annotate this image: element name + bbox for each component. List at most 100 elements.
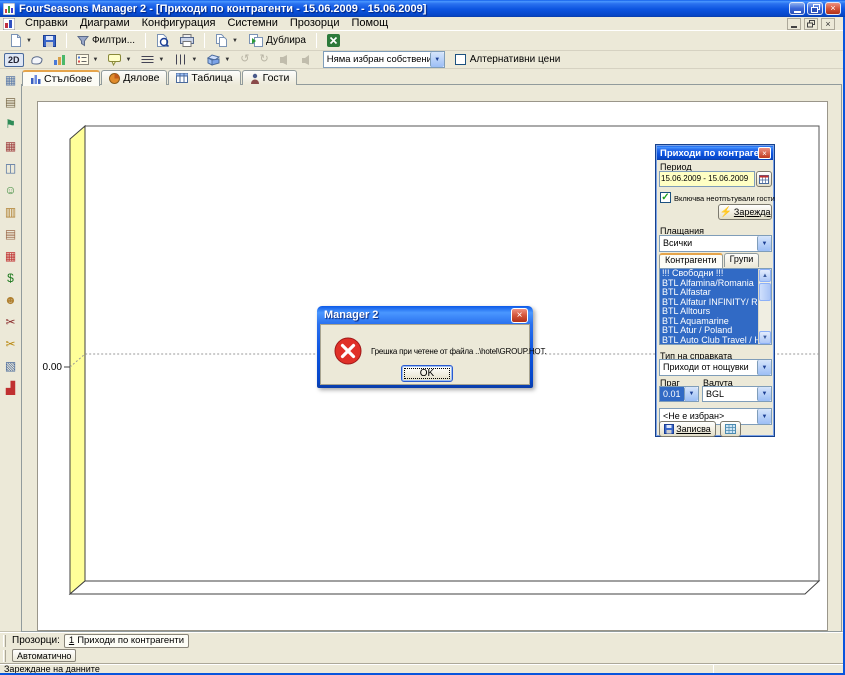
folders-icon[interactable]: ▥ [2, 203, 20, 220]
vertical-grid-button[interactable]: ▼ [170, 52, 201, 67]
copy-icon [215, 34, 228, 47]
scroll-down-button[interactable]: ▼ [759, 331, 771, 344]
group-cards-icon[interactable]: ▧ [2, 357, 20, 374]
tab-contractors[interactable]: Контрагенти [659, 253, 723, 268]
owner-combobox[interactable]: Няма избран собственици ▼ [323, 51, 445, 68]
automatic-button[interactable]: Автоматично [12, 649, 76, 662]
alt-prices-checkbox[interactable] [455, 54, 466, 65]
bulgaria-flag-icon[interactable]: ⚑ [2, 115, 20, 132]
menu-item-pomosht[interactable]: Помощ [345, 17, 394, 30]
rotate-cw-icon: ↻ [260, 54, 269, 65]
tab-table-label: Таблица [191, 72, 232, 84]
window-button-revenue-report[interactable]: 1 Приходи по контрагенти [64, 634, 189, 648]
contractor-item[interactable]: BTL Alltours [660, 307, 758, 317]
bar-chart-icon [30, 74, 41, 84]
labels-callout-button[interactable]: ▼ [104, 52, 135, 68]
include-guests-checkbox[interactable]: ✓ [660, 192, 671, 203]
open-windows-bar: Прозорци: 1 Приходи по контрагенти [0, 632, 843, 648]
menu-item-konfiguratsia[interactable]: Конфигурация [136, 17, 222, 30]
toolbar-separator [204, 33, 205, 48]
contractor-item[interactable]: BTL Alfatur INFINITY/ Romania [660, 298, 758, 308]
period-input[interactable]: 15.06.2009 - 15.06.2009 [659, 171, 755, 187]
filters-button[interactable]: Филтри... [73, 33, 139, 49]
duplicate-label: Дублира [266, 35, 306, 46]
contractors-scrollbar[interactable]: ▲ ▼ [758, 269, 771, 344]
calendar-button[interactable] [756, 171, 772, 187]
export-excel-button[interactable] [323, 32, 344, 49]
calendar-icon[interactable]: ▦ [2, 137, 20, 154]
statistics-icon[interactable]: ▟ [2, 379, 20, 396]
scroll-thumb[interactable] [759, 283, 771, 301]
print-button[interactable] [176, 32, 198, 49]
panel-titlebar[interactable]: Приходи по контрагенти × [657, 146, 773, 160]
minimize-button[interactable] [789, 2, 805, 15]
load-button[interactable]: ⚡ Зарежда [718, 204, 772, 220]
tab-table[interactable]: Таблица [168, 70, 240, 85]
restore-button[interactable] [807, 2, 823, 15]
copy-button[interactable]: ▼ [211, 32, 242, 49]
save-button[interactable] [39, 32, 60, 49]
print-preview-icon [156, 34, 169, 47]
series-marks-button[interactable] [49, 52, 70, 68]
menu-item-spravki[interactable]: Справки [19, 17, 74, 30]
payments-combobox[interactable]: Всички ▼ [659, 235, 772, 252]
chart-view-tabs: Стълбове Дялове Таблица Гости [22, 69, 298, 85]
guests-icon[interactable]: ☺ [2, 181, 20, 198]
tab-columns[interactable]: Стълбове [22, 70, 100, 86]
menu-item-diagrami[interactable]: Диаграми [74, 17, 136, 30]
rooms-grid-icon[interactable]: ▦ [2, 71, 20, 88]
contractor-item[interactable]: BTL Aquamarine [660, 317, 758, 327]
contractor-item[interactable]: BTL Alfastar [660, 288, 758, 298]
error-dialog-close-button[interactable]: × [511, 308, 528, 323]
tab-pie[interactable]: Дялове [101, 70, 167, 85]
scroll-up-button[interactable]: ▲ [759, 269, 771, 282]
ok-button[interactable]: OK [401, 365, 453, 382]
report-page-icon[interactable]: ▤ [2, 93, 20, 110]
chart-toolbar: 2D ▼ ▼ ▼ ▼ ▼ ↺ ↻ [0, 51, 843, 69]
contractor-item[interactable]: BTL Auto Club Travel / Hungary [660, 336, 758, 345]
mdi-minimize-button[interactable] [787, 18, 801, 30]
dropdown-arrow-icon: ▼ [26, 38, 32, 44]
debtors-icon[interactable]: ☻ [2, 291, 20, 308]
currency-combobox[interactable]: BGL ▼ [702, 386, 772, 402]
rotate-right-button[interactable]: ↻ [256, 52, 273, 67]
mdi-restore-button[interactable] [804, 18, 818, 30]
legend-button[interactable]: ▼ [72, 52, 103, 67]
report-type-combobox[interactable]: Приходи от нощувки ▼ [659, 359, 772, 376]
toolbar-grip[interactable] [3, 650, 6, 662]
print-preview-button[interactable] [152, 32, 173, 49]
move-back-button[interactable] [275, 53, 295, 67]
menu-item-prozortsi[interactable]: Прозорци [284, 17, 346, 30]
payments-icon[interactable]: $ [2, 269, 20, 286]
close-button[interactable]: × [825, 2, 841, 15]
save-report-button[interactable]: Записва [659, 421, 716, 437]
reservation-plan-icon[interactable]: ◫ [2, 159, 20, 176]
contractor-item[interactable]: BTL Alfamina/Romania [660, 279, 758, 289]
grid-view-button[interactable] [720, 421, 741, 437]
contractor-item[interactable]: !!! Свободни !!! [660, 269, 758, 279]
guest-icon [250, 73, 260, 84]
move-front-button[interactable] [297, 53, 317, 67]
mdi-close-button[interactable]: × [821, 18, 835, 30]
horizontal-grid-button[interactable]: ▼ [137, 52, 168, 67]
new-report-button[interactable]: ▼ [6, 32, 36, 49]
alt-prices-checkbox-row[interactable]: Алтернативни цени [455, 54, 561, 65]
panel-close-button[interactable]: × [758, 147, 771, 159]
toolbar-grip[interactable] [3, 635, 6, 647]
error-dialog-titlebar[interactable]: Manager 2 × [320, 306, 530, 324]
title-bar[interactable]: FourSeasons Manager 2 - [Приходи по конт… [0, 0, 845, 17]
mode-2d-button[interactable]: 2D [4, 53, 24, 67]
price-cut-icon[interactable]: ✂ [2, 335, 20, 352]
contractor-item[interactable]: BTL Atur / Poland [660, 326, 758, 336]
duplicate-button[interactable]: Дублира [245, 32, 310, 49]
chart-shape-button[interactable] [26, 52, 47, 68]
discounts-icon[interactable]: ✂ [2, 313, 20, 330]
menu-item-sistemni[interactable]: Системни [221, 17, 283, 30]
rotate-left-button[interactable]: ↺ [236, 52, 253, 67]
tariff-table-icon[interactable]: ▦ [2, 247, 20, 264]
threshold-combobox[interactable]: 0.01 ▼ [659, 386, 699, 402]
tab-guests[interactable]: Гости [242, 70, 298, 85]
depth-3d-button[interactable]: ▼ [203, 52, 234, 68]
tab-groups[interactable]: Групи [724, 253, 760, 267]
card-index-icon[interactable]: ▤ [2, 225, 20, 242]
